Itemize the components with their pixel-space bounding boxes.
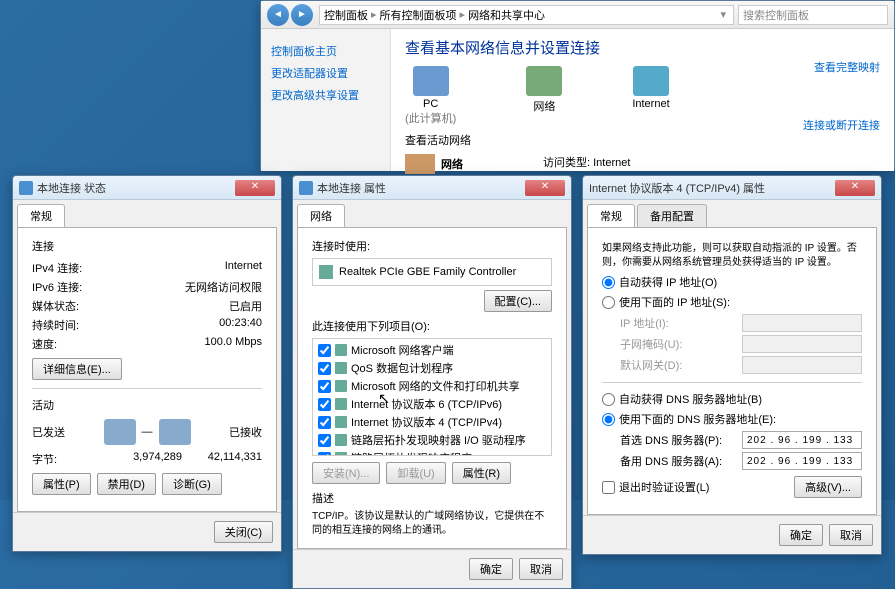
list-item[interactable]: Microsoft 网络的文件和打印机共享	[315, 377, 549, 395]
item-checkbox[interactable]	[318, 362, 331, 375]
auto-dns-radio[interactable]	[602, 393, 615, 406]
network-icon	[526, 66, 562, 96]
sidebar-advshare[interactable]: 更改高级共享设置	[271, 87, 380, 103]
description-label: 描述	[312, 490, 552, 506]
intro-text: 如果网络支持此功能，则可以获取自动指派的 IP 设置。否则，你需要从网络系统管理…	[602, 242, 862, 270]
nic-field: Realtek PCIe GBE Family Controller	[312, 258, 552, 286]
titlebar[interactable]: Internet 协议版本 4 (TCP/IPv4) 属性 ✕	[583, 176, 881, 200]
list-item[interactable]: QoS 数据包计划程序	[315, 359, 549, 377]
advanced-button[interactable]: 高级(V)...	[794, 476, 862, 498]
details-button[interactable]: 详细信息(E)...	[32, 358, 122, 380]
net-node-pc: PC(此计算机)	[405, 66, 456, 126]
network-items-list[interactable]: Microsoft 网络客户端QoS 数据包计划程序Microsoft 网络的文…	[312, 338, 552, 456]
ok-button[interactable]: 确定	[469, 558, 513, 580]
breadcrumb-seg[interactable]: 网络和共享中心	[468, 7, 545, 23]
breadcrumb-seg[interactable]: 控制面板	[324, 7, 368, 23]
uninstall-button[interactable]: 卸载(U)	[386, 462, 445, 484]
subnet-mask-input	[742, 335, 862, 353]
component-icon	[335, 380, 347, 392]
breadcrumb-seg[interactable]: 所有控制面板项	[380, 7, 457, 23]
cancel-button[interactable]: 取消	[829, 524, 873, 546]
connection-group: 连接	[32, 238, 262, 254]
tab-network[interactable]: 网络	[297, 204, 345, 227]
item-checkbox[interactable]	[318, 434, 331, 447]
control-panel-sidebar: 控制面板主页 更改适配器设置 更改高级共享设置	[261, 29, 391, 171]
net-node-network: 网络	[526, 66, 562, 126]
close-dialog-button[interactable]: 关闭(C)	[214, 521, 273, 543]
ipv4-properties-dialog: Internet 协议版本 4 (TCP/IPv4) 属性 ✕ 常规 备用配置 …	[582, 175, 882, 555]
properties-button[interactable]: 属性(P)	[32, 473, 91, 495]
connection-icon	[299, 181, 313, 195]
close-button[interactable]: ✕	[835, 180, 875, 196]
list-item[interactable]: Internet 协议版本 4 (TCP/IPv4)	[315, 413, 549, 431]
validate-on-exit-checkbox[interactable]	[602, 481, 615, 494]
item-properties-button[interactable]: 属性(R)	[452, 462, 511, 484]
component-icon	[335, 362, 347, 374]
component-icon	[335, 416, 347, 428]
view-active-networks: 查看活动网络	[405, 132, 880, 148]
auto-ip-radio[interactable]	[602, 276, 615, 289]
ok-button[interactable]: 确定	[779, 524, 823, 546]
forward-button[interactable]: ►	[291, 4, 313, 26]
item-checkbox[interactable]	[318, 452, 331, 457]
list-item[interactable]: Internet 协议版本 6 (TCP/IPv6)	[315, 395, 549, 413]
cancel-button[interactable]: 取消	[519, 558, 563, 580]
list-item[interactable]: Microsoft 网络客户端	[315, 341, 549, 359]
component-icon	[335, 434, 347, 446]
pc-icon	[159, 419, 191, 445]
dialog-title: 本地连接 属性	[317, 180, 525, 196]
titlebar[interactable]: 本地连接 属性 ✕	[293, 176, 571, 200]
gateway-input	[742, 356, 862, 374]
item-checkbox[interactable]	[318, 416, 331, 429]
activity-group: 活动	[32, 397, 262, 413]
control-panel-main: 查看基本网络信息并设置连接 查看完整映射 PC(此计算机) 网络 Interne…	[391, 29, 894, 171]
search-input[interactable]: 搜索控制面板	[738, 5, 888, 25]
connection-icon	[19, 181, 33, 195]
description-text: TCP/IP。该协议是默认的广域网络协议，它提供在不同的相互连接的网络上的通讯。	[312, 510, 552, 538]
connect-disconnect-link[interactable]: 连接或断开连接	[803, 117, 880, 133]
manual-ip-radio[interactable]	[602, 296, 615, 309]
dialog-title: Internet 协议版本 4 (TCP/IPv4) 属性	[589, 180, 835, 196]
sidebar-home[interactable]: 控制面板主页	[271, 43, 380, 59]
preferred-dns-input[interactable]: 202 . 96 . 199 . 133	[742, 431, 862, 449]
item-checkbox[interactable]	[318, 344, 331, 357]
dialog-title: 本地连接 状态	[37, 180, 235, 196]
item-checkbox[interactable]	[318, 380, 331, 393]
control-panel-window: ◄ ► 控制面板▸ 所有控制面板项▸ 网络和共享中心 ▾ 搜索控制面板 控制面板…	[260, 0, 895, 170]
disable-button[interactable]: 禁用(D)	[97, 473, 156, 495]
ip-address-input	[742, 314, 862, 332]
install-button[interactable]: 安装(N)...	[312, 462, 380, 484]
explorer-header: ◄ ► 控制面板▸ 所有控制面板项▸ 网络和共享中心 ▾ 搜索控制面板	[261, 1, 894, 29]
connection-status-dialog: 本地连接 状态 ✕ 常规 连接 IPv4 连接:Internet IPv6 连接…	[12, 175, 282, 552]
close-button[interactable]: ✕	[525, 180, 565, 196]
list-item[interactable]: 链路层拓扑发现响应程序	[315, 449, 549, 456]
sidebar-adapter[interactable]: 更改适配器设置	[271, 65, 380, 81]
net-node-internet: Internet	[632, 66, 669, 126]
titlebar[interactable]: 本地连接 状态 ✕	[13, 176, 281, 200]
nic-icon	[319, 265, 333, 279]
component-icon	[335, 452, 347, 456]
list-item[interactable]: 链路层拓扑发现映射器 I/O 驱动程序	[315, 431, 549, 449]
breadcrumb[interactable]: 控制面板▸ 所有控制面板项▸ 网络和共享中心 ▾	[319, 5, 734, 25]
connection-properties-dialog: 本地连接 属性 ✕ 网络 连接时使用: Realtek PCIe GBE Fam…	[292, 175, 572, 589]
item-checkbox[interactable]	[318, 398, 331, 411]
back-button[interactable]: ◄	[267, 4, 289, 26]
pc-icon	[413, 66, 449, 96]
network-bench-icon	[405, 154, 435, 174]
view-full-map-link[interactable]: 查看完整映射	[814, 59, 880, 75]
alternate-dns-input[interactable]: 202 . 96 . 199 . 133	[742, 452, 862, 470]
diagnose-button[interactable]: 诊断(G)	[162, 473, 222, 495]
pc-icon	[104, 419, 136, 445]
close-button[interactable]: ✕	[235, 180, 275, 196]
manual-dns-radio[interactable]	[602, 413, 615, 426]
component-icon	[335, 398, 347, 410]
page-title: 查看基本网络信息并设置连接	[405, 37, 880, 58]
tab-alternate[interactable]: 备用配置	[637, 204, 707, 227]
globe-icon	[633, 66, 669, 96]
configure-button[interactable]: 配置(C)...	[484, 290, 552, 312]
tab-general[interactable]: 常规	[17, 204, 65, 227]
tab-general[interactable]: 常规	[587, 204, 635, 227]
component-icon	[335, 344, 347, 356]
